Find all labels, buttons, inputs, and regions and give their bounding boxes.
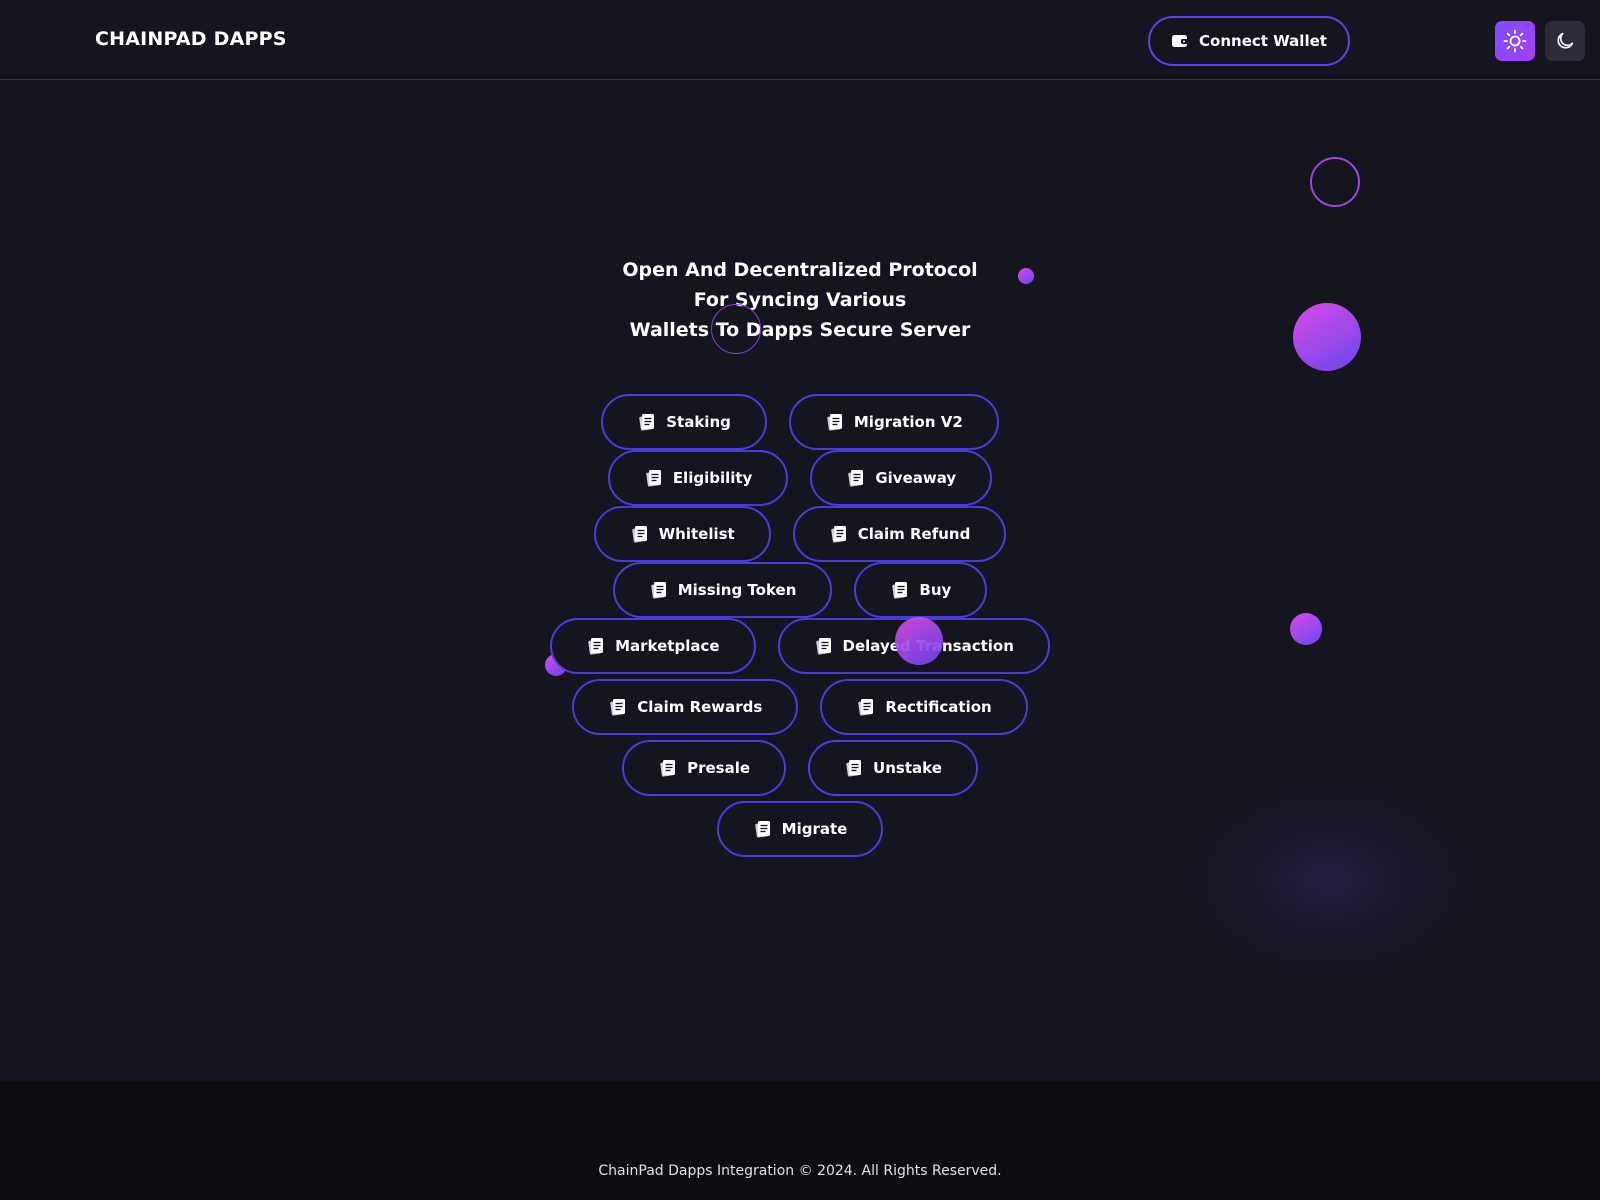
- missing-token-label: Missing Token: [677, 581, 797, 599]
- action-row: Missing Token Buy: [0, 562, 1600, 618]
- claim-rewards-button[interactable]: Claim Rewards: [572, 679, 799, 735]
- eligibility-button[interactable]: Eligibility: [607, 450, 789, 506]
- hero-line: Open And Decentralized Protocol: [622, 259, 978, 281]
- decorative-orb: [1293, 303, 1361, 371]
- document-icon: [814, 636, 834, 656]
- action-row: Claim Rewards Rectification: [0, 679, 1600, 735]
- missing-token-button[interactable]: Missing Token: [612, 562, 833, 618]
- light-theme-button[interactable]: [1495, 21, 1535, 61]
- giveaway-label: Giveaway: [875, 469, 957, 487]
- decorative-ring: [1310, 157, 1360, 207]
- document-icon: [856, 697, 876, 717]
- document-icon: [825, 412, 845, 432]
- presale-label: Presale: [687, 759, 751, 777]
- document-icon: [829, 524, 849, 544]
- document-icon: [658, 758, 678, 778]
- staking-label: Staking: [666, 413, 731, 431]
- document-icon: [644, 468, 664, 488]
- migrate-label: Migrate: [781, 820, 848, 838]
- marketplace-label: Marketplace: [615, 637, 720, 655]
- document-icon: [844, 758, 864, 778]
- page: CHAINPAD DAPPS Connect Wallet Open And D…: [0, 0, 1600, 1200]
- claim-rewards-label: Claim Rewards: [637, 698, 763, 716]
- moon-icon: [1554, 30, 1576, 52]
- decorative-orb: [895, 617, 943, 665]
- decorative-ring: [711, 304, 761, 354]
- unstake-button[interactable]: Unstake: [808, 740, 978, 796]
- giveaway-button[interactable]: Giveaway: [810, 450, 993, 506]
- document-icon: [846, 468, 866, 488]
- marketplace-button[interactable]: Marketplace: [550, 618, 756, 674]
- migrate-button[interactable]: Migrate: [716, 801, 884, 857]
- action-row: Eligibility Giveaway: [0, 450, 1600, 506]
- document-icon: [649, 580, 669, 600]
- whitelist-label: Whitelist: [658, 525, 735, 543]
- brand-title: CHAINPAD DAPPS: [95, 28, 287, 50]
- presale-button[interactable]: Presale: [622, 740, 787, 796]
- document-icon: [608, 697, 628, 717]
- action-row: Staking Migration V2: [0, 394, 1600, 450]
- buy-button[interactable]: Buy: [854, 562, 988, 618]
- staking-button[interactable]: Staking: [601, 394, 767, 450]
- eligibility-label: Eligibility: [672, 469, 753, 487]
- action-row: Marketplace Delayed Transaction: [0, 618, 1600, 674]
- buy-label: Buy: [919, 581, 952, 599]
- document-icon: [586, 636, 606, 656]
- unstake-label: Unstake: [873, 759, 942, 777]
- migration-v2-label: Migration V2: [853, 413, 963, 431]
- claim-refund-button[interactable]: Claim Refund: [792, 506, 1007, 562]
- document-icon: [753, 819, 773, 839]
- hero-line: For Syncing Various: [693, 289, 907, 311]
- claim-refund-label: Claim Refund: [857, 525, 971, 543]
- header: CHAINPAD DAPPS Connect Wallet: [0, 0, 1600, 80]
- action-row: Migrate: [0, 801, 1600, 857]
- sun-icon: [1503, 29, 1527, 53]
- document-icon: [890, 580, 910, 600]
- connect-wallet-button[interactable]: Connect Wallet: [1148, 16, 1350, 66]
- hero-line: Wallets To Dapps Secure Server: [629, 319, 971, 341]
- dark-theme-button[interactable]: [1545, 21, 1585, 61]
- document-icon: [630, 524, 650, 544]
- rectification-label: Rectification: [885, 698, 992, 716]
- action-row: Presale Unstake: [0, 740, 1600, 796]
- footer: ChainPad Dapps Integration © 2024. All R…: [0, 1081, 1600, 1200]
- connect-wallet-label: Connect Wallet: [1199, 32, 1327, 50]
- whitelist-button[interactable]: Whitelist: [593, 506, 771, 562]
- migration-v2-button[interactable]: Migration V2: [788, 394, 999, 450]
- wallet-icon: [1171, 33, 1189, 49]
- copyright-text: ChainPad Dapps Integration © 2024. All R…: [598, 1163, 1002, 1179]
- hero-tagline: Open And Decentralized Protocol For Sync…: [500, 255, 1100, 345]
- document-icon: [637, 412, 657, 432]
- rectification-button[interactable]: Rectification: [820, 679, 1028, 735]
- action-row: Whitelist Claim Refund: [0, 506, 1600, 562]
